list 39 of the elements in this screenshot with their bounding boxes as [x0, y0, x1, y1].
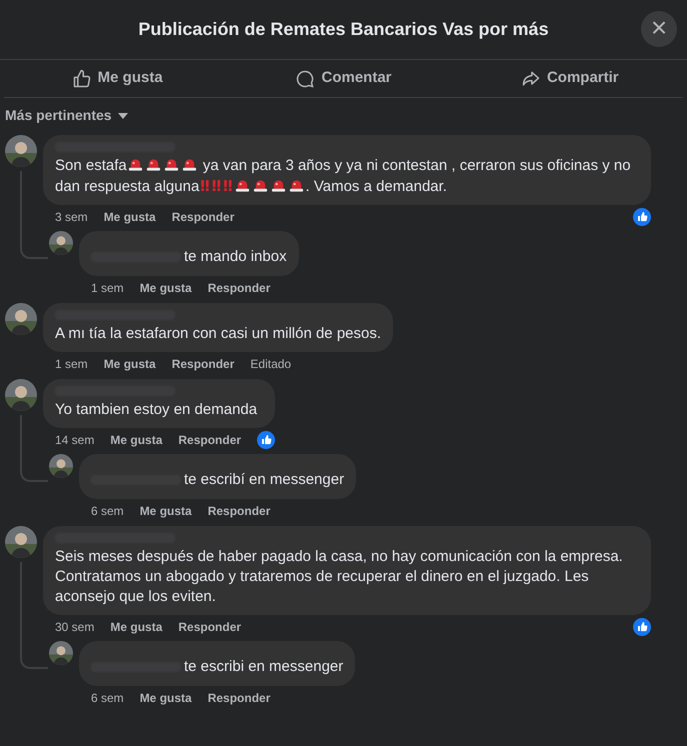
reply-link[interactable]: Responder — [178, 619, 242, 635]
reply-text: te escribí en messenger — [184, 470, 344, 490]
reply-link[interactable]: Responder — [178, 432, 242, 448]
timestamp: 14 sem — [55, 432, 94, 448]
comment-text: Yo tambien estoy en demanda — [55, 400, 258, 420]
timestamp: 6 sem — [91, 503, 124, 519]
like-link[interactable]: Me gusta — [104, 356, 156, 372]
action-button[interactable]: Compartir — [456, 60, 683, 97]
close-button[interactable]: × — [641, 11, 677, 47]
reply-link[interactable]: Responder — [172, 356, 234, 372]
action-button[interactable]: Comentar — [230, 60, 457, 97]
like-link[interactable]: Me gusta — [140, 280, 192, 296]
reply-text: te mando inbox — [184, 247, 287, 267]
timestamp: 1 sem — [55, 356, 88, 372]
speech-bubble-icon — [295, 68, 316, 88]
reply-link[interactable]: Responder — [172, 209, 234, 225]
timestamp: 3 sem — [55, 209, 88, 225]
like-link[interactable]: Me gusta — [110, 432, 162, 448]
share-arrow-icon — [520, 68, 541, 88]
edited-label: Editado — [250, 356, 292, 372]
reply-link[interactable]: Responder — [208, 280, 270, 296]
timestamp: 1 sem — [91, 280, 124, 296]
reply-link[interactable]: Responder — [208, 690, 270, 706]
thumbs-up-icon — [72, 68, 92, 88]
timestamp: 30 sem — [55, 619, 94, 635]
dialog-title: Publicación de Remates Bancarios Vas por más — [138, 18, 549, 41]
comment-text: Son estafa ya van para 3 años y ya ni contestan , cerraron sus oficinas y no dan respuesta alguna‼‼‼ . Vamos a demandar. — [55, 156, 632, 197]
like-link[interactable]: Me gusta — [140, 503, 192, 519]
timestamp: 6 sem — [91, 690, 124, 706]
like-link[interactable]: Me gusta — [104, 209, 156, 225]
sort-dropdown[interactable]: Más pertinentes — [5, 105, 128, 126]
comment-text: A mı tía la estafaron con casi un millón de pesos. — [55, 324, 382, 344]
caret-down-icon — [118, 112, 128, 118]
like-link[interactable]: Me gusta — [140, 690, 192, 706]
action-button[interactable]: Me gusta — [4, 60, 230, 97]
reply-link[interactable]: Responder — [208, 503, 270, 519]
like-link[interactable]: Me gusta — [110, 619, 162, 635]
reply-text: te escribi en messenger — [184, 657, 344, 677]
comment-text: Seis meses después de haber pagado la casa, no hay comunicación con la empresa. Contratamos un abogado y trataremos de recuperar el dinero en el juzgado. Les aconsejo que los eviten. — [55, 547, 624, 607]
